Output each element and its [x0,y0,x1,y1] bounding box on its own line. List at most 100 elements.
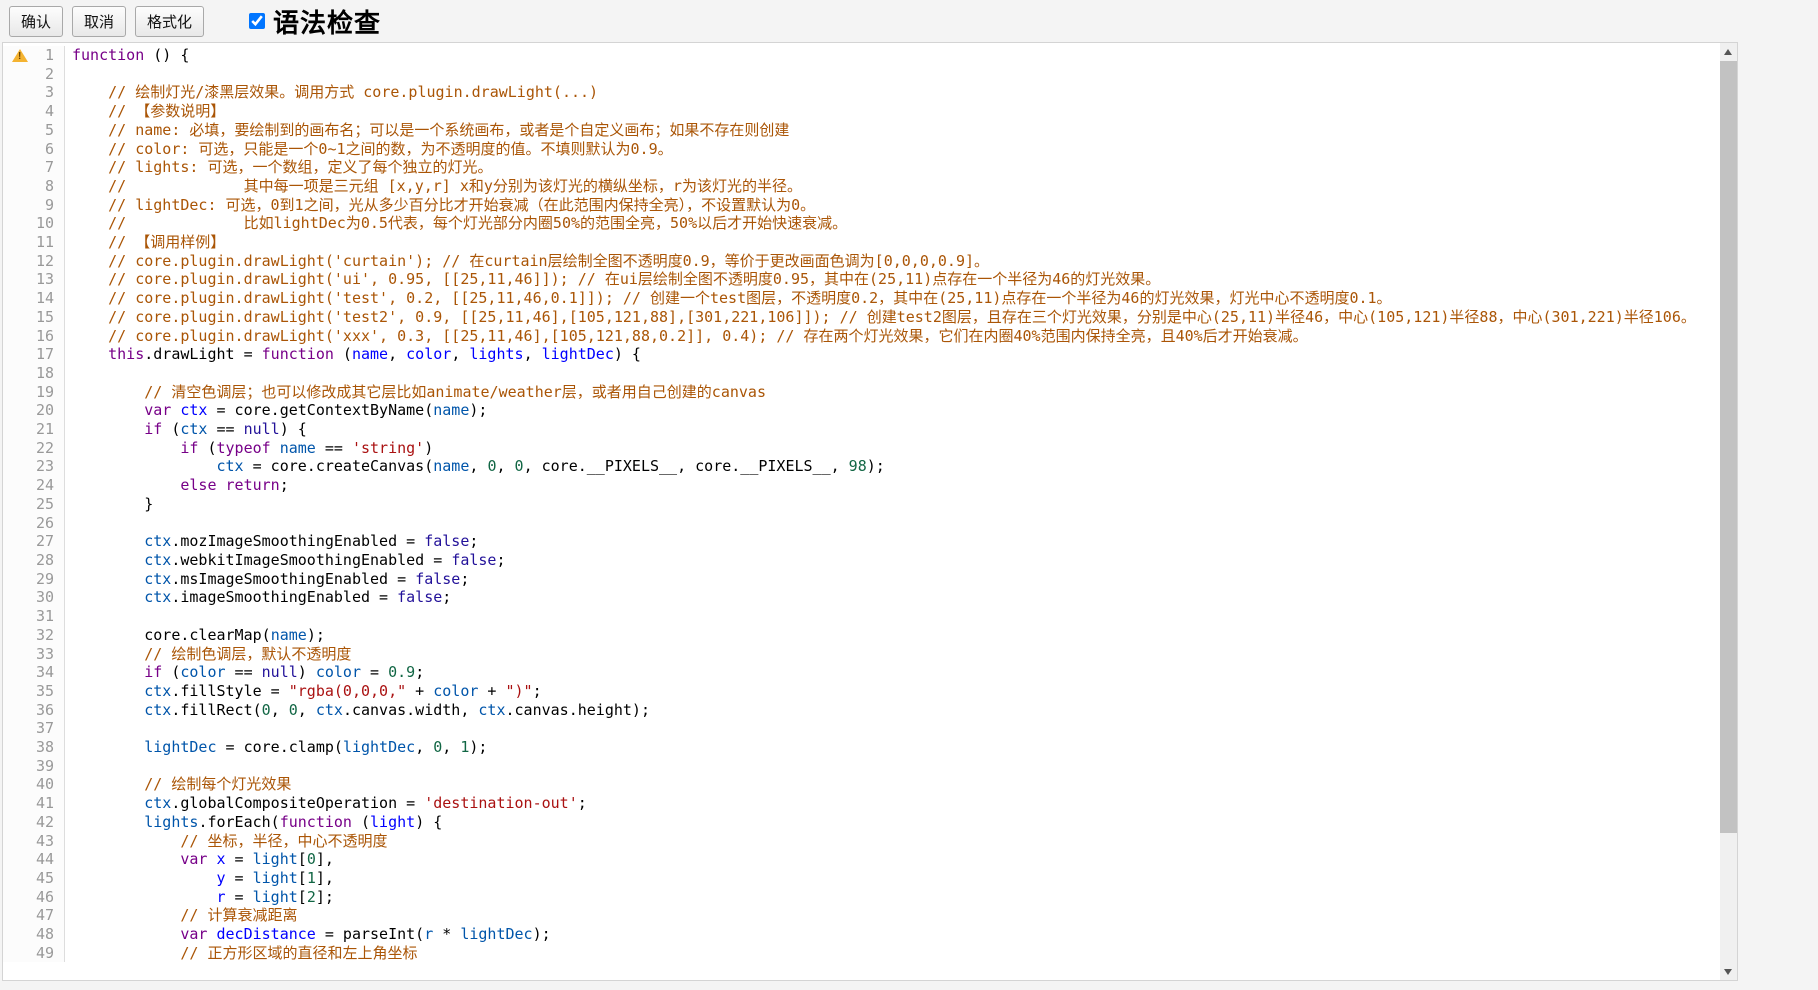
format-button[interactable]: 格式化 [135,6,204,37]
code-token: decDistance [217,925,316,943]
code-token [72,551,144,569]
code-line[interactable]: ctx.msImageSmoothingEnabled = false; [65,570,1720,589]
code-line[interactable]: // 坐标，半径，中心不透明度 [65,832,1720,851]
code-line[interactable]: core.clearMap(name); [65,626,1720,645]
code-line-row: 28 ctx.webkitImageSmoothingEnabled = fal… [3,551,1720,570]
code-token: .mozImageSmoothingEnabled = [171,532,424,550]
code-line-row: 31 [3,607,1720,626]
code-line[interactable]: // core.plugin.drawLight('test', 0.2, [[… [65,289,1720,308]
code-line[interactable]: // 正方形区域的直径和左上角坐标 [65,944,1720,963]
cancel-button[interactable]: 取消 [72,6,126,37]
code-token [72,888,217,906]
code-line[interactable]: // 绘制色调层，默认不透明度 [65,645,1720,664]
code-token [72,420,144,438]
code-line[interactable]: ctx.fillStyle = "rgba(0,0,0," + color + … [65,682,1720,701]
code-token: lights [144,813,198,831]
code-token: // 【参数说明】 [72,102,225,120]
code-line[interactable]: var x = light[0], [65,850,1720,869]
code-token: ); [867,457,885,475]
code-line[interactable]: // lightDec: 可选，0到1之间，光从多少百分比才开始衰减（在此范围内… [65,196,1720,215]
code-line[interactable] [65,607,1720,626]
code-token: function [262,345,334,363]
code-line[interactable]: // color: 可选，只能是一个0~1之间的数，为不透明度的值。不填则默认为… [65,140,1720,159]
code-line[interactable]: // core.plugin.drawLight('xxx', 0.3, [[2… [65,327,1720,346]
code-line[interactable]: ctx.webkitImageSmoothingEnabled = false; [65,551,1720,570]
code-line[interactable]: y = light[1], [65,869,1720,888]
code-line-row: 12 // core.plugin.drawLight('curtain'); … [3,252,1720,271]
code-token: .canvas.height); [506,701,651,719]
code-line[interactable]: ctx.fillRect(0, 0, ctx.canvas.width, ctx… [65,701,1720,720]
code-line[interactable]: lightDec = core.clamp(lightDec, 0, 1); [65,738,1720,757]
code-line[interactable]: ctx.globalCompositeOperation = 'destinat… [65,794,1720,813]
code-line-row: 35 ctx.fillStyle = "rgba(0,0,0," + color… [3,682,1720,701]
vertical-scrollbar[interactable] [1720,43,1737,980]
code-line[interactable]: if (ctx == null) { [65,420,1720,439]
code-line[interactable]: else return; [65,476,1720,495]
code-lines[interactable]: 1function () {23 // 绘制灯光/漆黑层效果。调用方式 core… [3,43,1720,980]
line-number: 36 [3,701,65,720]
code-token: , [524,345,542,363]
code-token: // name: 必填，要绘制到的画布名；可以是一个系统画布，或者是个自定义画布… [72,121,789,139]
code-line[interactable]: // name: 必填，要绘制到的画布名；可以是一个系统画布，或者是个自定义画布… [65,121,1720,140]
code-token: name [352,345,388,363]
code-line-row: 19 // 清空色调层；也可以修改成其它层比如animate/weather层，… [3,383,1720,402]
code-editor[interactable]: 1function () {23 // 绘制灯光/漆黑层效果。调用方式 core… [2,42,1738,981]
code-line[interactable]: ctx.imageSmoothingEnabled = false; [65,588,1720,607]
line-number: 30 [3,588,65,607]
code-line[interactable] [65,514,1720,533]
code-line[interactable]: // 绘制灯光/漆黑层效果。调用方式 core.plugin.drawLight… [65,83,1720,102]
code-token [72,738,144,756]
code-token [217,476,226,494]
code-token: , [451,345,469,363]
code-line[interactable]: ctx.mozImageSmoothingEnabled = false; [65,532,1720,551]
code-line[interactable]: // 比如lightDec为0.5代表，每个灯光部分内圈50%的范围全亮，50%… [65,214,1720,233]
code-line[interactable]: r = light[2]; [65,888,1720,907]
code-line[interactable] [65,719,1720,738]
line-number: 17 [3,345,65,364]
lint-warning-icon[interactable] [12,49,28,62]
code-line[interactable]: // 清空色调层；也可以修改成其它层比如animate/weather层，或者用… [65,383,1720,402]
code-line[interactable]: var ctx = core.getContextByName(name); [65,401,1720,420]
code-line[interactable]: // lights: 可选，一个数组，定义了每个独立的灯光。 [65,158,1720,177]
code-line[interactable]: // core.plugin.drawLight('ui', 0.95, [[2… [65,270,1720,289]
code-line-row: 41 ctx.globalCompositeOperation = 'desti… [3,794,1720,813]
code-token: ); [307,626,325,644]
code-line[interactable]: // 【调用样例】 [65,233,1720,252]
line-number: 46 [3,888,65,907]
code-line[interactable]: // 绘制每个灯光效果 [65,775,1720,794]
code-line-row: 37 [3,719,1720,738]
code-token: lightDec [144,738,216,756]
code-line[interactable]: if (color == null) color = 0.9; [65,663,1720,682]
code-line[interactable] [65,757,1720,776]
code-line[interactable]: // core.plugin.drawLight('test2', 0.9, [… [65,308,1720,327]
code-line[interactable]: } [65,495,1720,514]
syntax-check-checkbox[interactable] [249,13,265,29]
code-token: ctx [180,420,207,438]
code-line[interactable]: // core.plugin.drawLight('curtain'); // … [65,252,1720,271]
code-token: light [253,869,298,887]
code-token: = [226,869,253,887]
scrollbar-thumb[interactable] [1720,61,1737,833]
line-number: 2 [3,65,65,84]
line-number: 34 [3,663,65,682]
code-line[interactable]: function () { [65,46,1720,65]
scroll-up-arrow-icon[interactable] [1720,43,1737,60]
code-token: // lights: 可选，一个数组，定义了每个独立的灯光。 [72,158,492,176]
confirm-button[interactable]: 确认 [9,6,63,37]
code-token: ctx [180,401,207,419]
code-line[interactable]: this.drawLight = function (name, color, … [65,345,1720,364]
code-line-row: 16 // core.plugin.drawLight('xxx', 0.3, … [3,327,1720,346]
code-line[interactable] [65,65,1720,84]
line-number: 9 [3,196,65,215]
code-token: = parseInt( [316,925,424,943]
code-line[interactable] [65,364,1720,383]
code-line[interactable]: var decDistance = parseInt(r * lightDec)… [65,925,1720,944]
code-token: false [397,588,442,606]
code-line[interactable]: lights.forEach(function (light) { [65,813,1720,832]
scroll-down-arrow-icon[interactable] [1720,963,1737,980]
code-line[interactable]: // 【参数说明】 [65,102,1720,121]
code-line[interactable]: // 计算衰减距离 [65,906,1720,925]
code-line[interactable]: // 其中每一项是三元组 [x,y,r] x和y分别为该灯光的横纵坐标，r为该灯… [65,177,1720,196]
code-line[interactable]: if (typeof name == 'string') [65,439,1720,458]
code-line[interactable]: ctx = core.createCanvas(name, 0, 0, core… [65,457,1720,476]
